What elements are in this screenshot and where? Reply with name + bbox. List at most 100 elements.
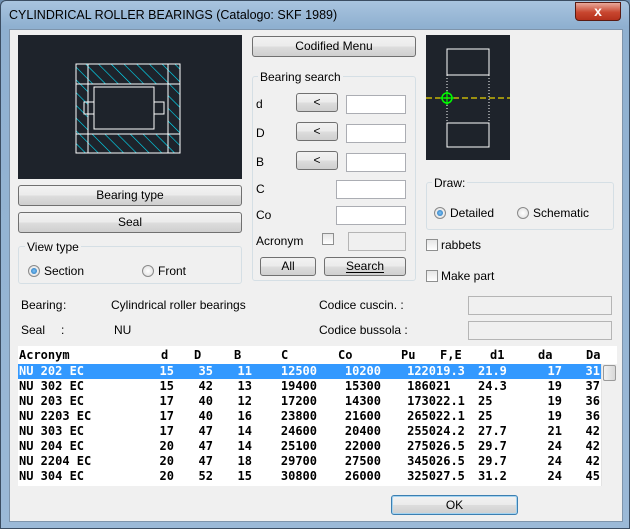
- ok-button[interactable]: OK: [391, 495, 518, 515]
- codice-cuscin-label: Codice cuscin. :: [319, 298, 404, 312]
- col-header-FE: F,E: [440, 348, 462, 362]
- bearing-schematic-drawing: [426, 48, 510, 148]
- table-cell: 42: [198, 379, 213, 393]
- search-button[interactable]: Search: [324, 257, 406, 276]
- C-input[interactable]: [336, 180, 406, 199]
- make-part-label: Make part: [441, 269, 495, 283]
- detailed-radio[interactable]: [434, 207, 446, 219]
- codice-cuscin-field[interactable]: [468, 296, 612, 315]
- d-input[interactable]: [346, 95, 406, 114]
- table-cell: 11: [237, 364, 252, 378]
- table-cell: 29.7: [478, 439, 507, 453]
- B-arrow-button[interactable]: <: [296, 151, 338, 170]
- table-row[interactable]: NU 203 EC 17 40 12 17200 14300 1730 22.1 25 19 36: [18, 394, 601, 409]
- table-cell: 27500: [344, 454, 381, 468]
- Co-label: Co: [256, 208, 272, 222]
- table-cell: 2550: [407, 424, 436, 438]
- table-cell: NU 302 EC: [19, 379, 85, 393]
- Co-input[interactable]: [336, 206, 406, 225]
- seal-info-label: Seal: [21, 323, 46, 337]
- table-row[interactable]: NU 202 EC 15 35 11 12500 10200 1220 19.3 21.9 17 3…: [18, 364, 601, 379]
- table-row[interactable]: NU 2203 EC 17 40 16 23800 21600 2650 22.1 25 19 36: [18, 409, 601, 424]
- table-cell: 52: [198, 469, 213, 483]
- bearing-section-preview: [18, 35, 242, 179]
- table-cell: 1730: [407, 394, 436, 408]
- table-cell: 45: [585, 469, 600, 483]
- table-cell: 29.7: [478, 454, 507, 468]
- table-cell: 15: [159, 364, 174, 378]
- table-row[interactable]: NU 303 EC 17 47 14 24600 20400 2550 24.2 27.7 21 4…: [18, 424, 601, 439]
- seal-info-sep: :: [61, 323, 65, 337]
- scroll-thumb[interactable]: [603, 365, 616, 381]
- bearing-type-button[interactable]: Bearing type: [18, 185, 242, 206]
- title-bar[interactable]: CYLINDRICAL ROLLER BEARINGS (Catalogo: S…: [1, 1, 629, 29]
- col-header-B: B: [234, 348, 242, 362]
- table-cell: 31: [585, 364, 600, 378]
- table-cell: 47: [198, 439, 213, 453]
- D-arrow-button[interactable]: <: [296, 122, 338, 141]
- table-cell: 40: [198, 409, 213, 423]
- rabbets-checkbox[interactable]: [426, 239, 438, 251]
- section-radio[interactable]: [28, 265, 40, 277]
- table-cell: 40: [198, 394, 213, 408]
- table-cell: 15300: [344, 379, 381, 393]
- table-cell: NU 204 EC: [19, 439, 85, 453]
- table-cell: NU 304 EC: [19, 469, 85, 483]
- table-row[interactable]: NU 204 EC 20 47 14 25100 22000 2750 26.5 29.7 24 4…: [18, 439, 601, 454]
- table-cell: 27.5: [436, 469, 465, 483]
- table-cell: 17: [159, 394, 174, 408]
- table-cell: 23800: [280, 409, 317, 423]
- schematic-radio-label: Schematic: [533, 206, 590, 220]
- bearing-schematic-preview: [426, 35, 510, 160]
- table-cell: 3450: [407, 454, 436, 468]
- table-cell: 20: [159, 454, 174, 468]
- col-header-da: da: [538, 348, 553, 362]
- table-cell: 19: [547, 394, 562, 408]
- bearing-table[interactable]: Acronym d D B C Co Pu F,E d1 da Da NU 20…: [18, 346, 617, 486]
- view-type-label: View type: [25, 240, 81, 254]
- table-cell: 24: [547, 439, 562, 453]
- table-cell: 31.2: [478, 469, 507, 483]
- codice-bussola-field[interactable]: [468, 321, 612, 340]
- d-arrow-button[interactable]: <: [296, 93, 338, 112]
- table-cell: 27.7: [478, 424, 507, 438]
- table-cell: 19: [547, 379, 562, 393]
- table-cell: 22.1: [436, 409, 465, 423]
- close-icon: x: [594, 3, 602, 19]
- codified-menu-button[interactable]: Codified Menu: [252, 36, 416, 57]
- D-input[interactable]: [346, 124, 406, 143]
- schematic-radio[interactable]: [517, 207, 529, 219]
- table-row[interactable]: NU 302 EC 15 42 13 19400 15300 1860 21 24.3 19 37: [18, 379, 601, 394]
- table-cell: 14: [237, 439, 252, 453]
- table-cell: 19400: [280, 379, 317, 393]
- table-row[interactable]: NU 2204 EC 20 47 18 29700 27500 3450 26.5 29.7 24…: [18, 454, 601, 469]
- table-row[interactable]: NU 304 EC 20 52 15 30800 26000 3250 27.5 31.2 24 4…: [18, 469, 601, 484]
- table-cell: NU 2204 EC: [19, 454, 92, 468]
- make-part-checkbox[interactable]: [426, 270, 438, 282]
- seal-button[interactable]: Seal: [18, 212, 242, 233]
- table-cell: 3250: [407, 469, 436, 483]
- B-input[interactable]: [346, 153, 406, 172]
- table-cell: 20400: [344, 424, 381, 438]
- col-header-D: D: [194, 348, 202, 362]
- table-cell: 21: [547, 424, 562, 438]
- acronym-checkbox[interactable]: [322, 233, 334, 245]
- table-cell: 15: [237, 469, 252, 483]
- table-cell: 1220: [407, 364, 436, 378]
- all-button[interactable]: All: [260, 257, 316, 276]
- table-cell: 17: [159, 409, 174, 423]
- table-cell: 21.9: [478, 364, 507, 378]
- table-cell: 12500: [280, 364, 317, 378]
- front-radio[interactable]: [142, 265, 154, 277]
- table-scrollbar[interactable]: [601, 364, 617, 486]
- table-cell: 17200: [280, 394, 317, 408]
- col-header-d1: d1: [490, 348, 505, 362]
- acronym-input[interactable]: [348, 232, 406, 251]
- table-cell: 16: [237, 409, 252, 423]
- bearing-search-label: Bearing search: [258, 70, 343, 84]
- table-cell: 20: [159, 439, 174, 453]
- table-cell: 37: [585, 379, 600, 393]
- search-button-label: Search: [345, 259, 385, 273]
- table-cell: 29700: [280, 454, 317, 468]
- close-button[interactable]: x: [575, 2, 621, 21]
